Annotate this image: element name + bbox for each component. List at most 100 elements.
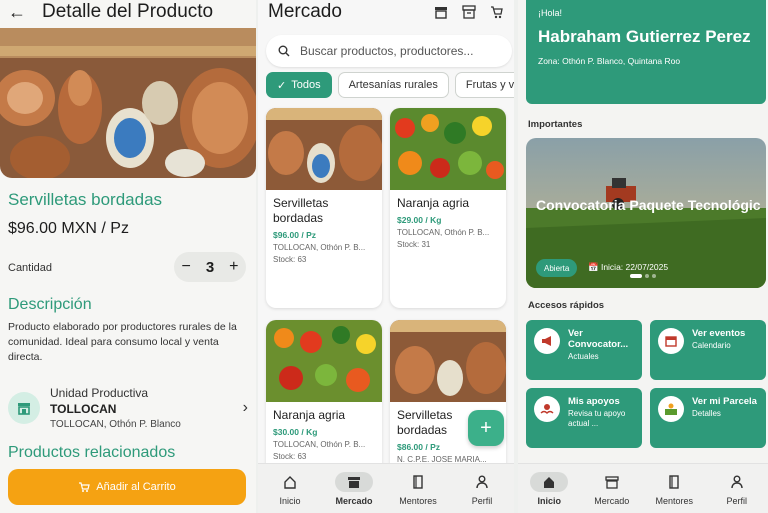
cart-icon [79, 482, 91, 492]
chip-label: Artesanías rurales [348, 79, 438, 91]
product-location: TOLLOCAN, Othón P. B... [273, 243, 366, 252]
nav-label: Mercado [594, 495, 630, 506]
page-title: Detalle del Producto [42, 1, 214, 22]
home-icon [544, 476, 555, 488]
related-products-title: Productos relacionados [8, 444, 176, 461]
market-title: Mercado [268, 1, 342, 22]
productive-unit-row[interactable]: Unidad Productiva TOLLOCAN TOLLOCAN, Oth… [8, 382, 248, 434]
nav-label: Mercado [335, 495, 373, 506]
product-name: Naranja agria [273, 408, 346, 422]
product-stock: Stock: 63 [273, 452, 307, 461]
home-icon [284, 475, 296, 489]
product-thumbnail [266, 108, 382, 190]
quantity-stepper: − 3 + [174, 252, 246, 282]
chip-label: Frutas y ve [465, 79, 514, 91]
back-arrow-icon[interactable]: ← [8, 2, 26, 23]
unit-name: TOLLOCAN [50, 402, 117, 416]
product-thumbnail [390, 320, 506, 402]
quick-subtitle: Detalles [692, 409, 721, 418]
chip-frutas[interactable]: Frutas y ve [454, 72, 514, 98]
field-icon [658, 396, 684, 422]
search-input[interactable]: Buscar productos, productores... [266, 35, 512, 67]
store-icon [605, 475, 619, 489]
nav-perfil[interactable]: Perfil [463, 472, 501, 506]
product-name: Naranja agria [397, 196, 470, 210]
chip-todos[interactable]: ✓ Todos [266, 72, 332, 98]
cart-icon[interactable] [490, 5, 504, 19]
minus-icon[interactable]: − [181, 258, 190, 276]
category-chips: ✓ Todos Artesanías rurales Frutas y ve [266, 72, 514, 100]
plus-icon[interactable]: + [229, 258, 238, 276]
product-card[interactable]: Naranja agria $29.00 / Kg TOLLOCAN, Othó… [390, 108, 506, 308]
chip-label: Todos [291, 79, 321, 91]
quick-title: Ver Convocator... [568, 328, 629, 350]
unit-label: Unidad Productiva [50, 386, 149, 400]
bottom-nav: Inicio Mercado Mentores Perfil [258, 463, 514, 513]
nav-label: Perfil [726, 495, 747, 506]
quick-title: Ver mi Parcela [692, 396, 757, 407]
store-icon [8, 392, 40, 424]
nav-perfil[interactable]: Perfil [718, 472, 756, 506]
announcement-banner[interactable]: Convocatoria Paquete Tecnológico Caña de… [526, 138, 766, 288]
add-to-cart-label: Añadir al Carrito [96, 481, 176, 493]
important-section-title: Importantes [528, 119, 583, 130]
book-icon [669, 474, 679, 489]
greeting-card: ¡Hola! Habraham Gutierrez Perez Zona: Ot… [526, 0, 766, 104]
nav-mercado[interactable]: Mercado [335, 471, 373, 506]
nav-label: Inicio [279, 495, 301, 506]
check-icon: ✓ [277, 79, 287, 92]
nav-inicio[interactable]: Inicio [530, 471, 569, 506]
quick-apoyos[interactable]: Mis apoyos Revisa tu apoyo actual ... [526, 388, 642, 448]
product-detail-screen: ← Detalle del Producto Servilletas borda… [0, 0, 256, 513]
quick-convocatorias[interactable]: Ver Convocator... Actuales [526, 320, 642, 380]
unit-info: Unidad Productiva TOLLOCAN TOLLOCAN, Oth… [50, 386, 243, 430]
status-badge: Abierta [536, 259, 578, 277]
market-screen: Mercado Buscar productos, productores...… [258, 0, 514, 513]
quantity-value: 3 [205, 258, 215, 276]
hands-icon [534, 396, 560, 422]
banner-date-text: Inicia: 22/07/2025 [600, 262, 669, 272]
nav-mercado[interactable]: Mercado [593, 472, 631, 506]
quick-eventos[interactable]: Ver eventos Calendario [650, 320, 766, 380]
search-placeholder: Buscar productos, productores... [300, 44, 474, 58]
user-zone: Zona: Othón P. Blanco, Quintana Roo [538, 56, 681, 66]
banner-title: Convocatoria Paquete Tecnológico Caña de… [536, 197, 761, 213]
product-price: $96.00 MXN / Pz [8, 220, 129, 237]
store-icon[interactable] [434, 5, 448, 19]
product-thumbnail [266, 320, 382, 402]
unit-location: TOLLOCAN, Othón P. Blanco [50, 419, 181, 430]
calendar-icon [658, 328, 684, 354]
quick-parcela[interactable]: Ver mi Parcela Detalles [650, 388, 766, 448]
bottom-nav: Inicio Mercado Mentores Perfil [518, 463, 768, 513]
add-product-button[interactable]: + [468, 410, 504, 446]
person-icon [476, 475, 488, 488]
store-icon [348, 476, 360, 488]
add-to-cart-button[interactable]: Añadir al Carrito [8, 469, 246, 505]
product-card[interactable]: Servilletas bordadas $96.00 / Pz TOLLOCA… [266, 108, 382, 308]
quick-subtitle: Calendario [692, 341, 731, 350]
nav-mentores[interactable]: Mentores [399, 472, 437, 506]
person-icon [731, 475, 743, 488]
product-thumbnail [390, 108, 506, 190]
chip-artesanias[interactable]: Artesanías rurales [337, 72, 449, 98]
archive-icon[interactable] [462, 5, 476, 19]
product-name: Servilletas bordadas [273, 196, 329, 225]
carousel-dots [630, 274, 656, 278]
search-icon [278, 45, 290, 57]
product-location: TOLLOCAN, Othón P. B... [273, 440, 366, 449]
nav-label: Mentores [399, 495, 437, 506]
product-stock: Stock: 31 [397, 240, 431, 249]
product-price: $30.00 / Kg [273, 427, 318, 437]
quick-subtitle: Actuales [568, 352, 599, 361]
banner-date: 📅 Inicia: 22/07/2025 [588, 262, 669, 272]
description-title: Descripción [8, 296, 92, 313]
detail-header: ← Detalle del Producto [0, 0, 256, 24]
quick-title: Ver eventos [692, 328, 746, 339]
description-text: Producto elaborado por productores rural… [8, 321, 237, 363]
product-location: TOLLOCAN, Othón P. B... [397, 228, 490, 237]
nav-inicio[interactable]: Inicio [271, 472, 309, 506]
user-name: Habraham Gutierrez Perez [538, 27, 751, 46]
product-price: $29.00 / Kg [397, 215, 442, 225]
nav-mentores[interactable]: Mentores [655, 472, 693, 506]
quantity-label: Cantidad [8, 262, 53, 274]
